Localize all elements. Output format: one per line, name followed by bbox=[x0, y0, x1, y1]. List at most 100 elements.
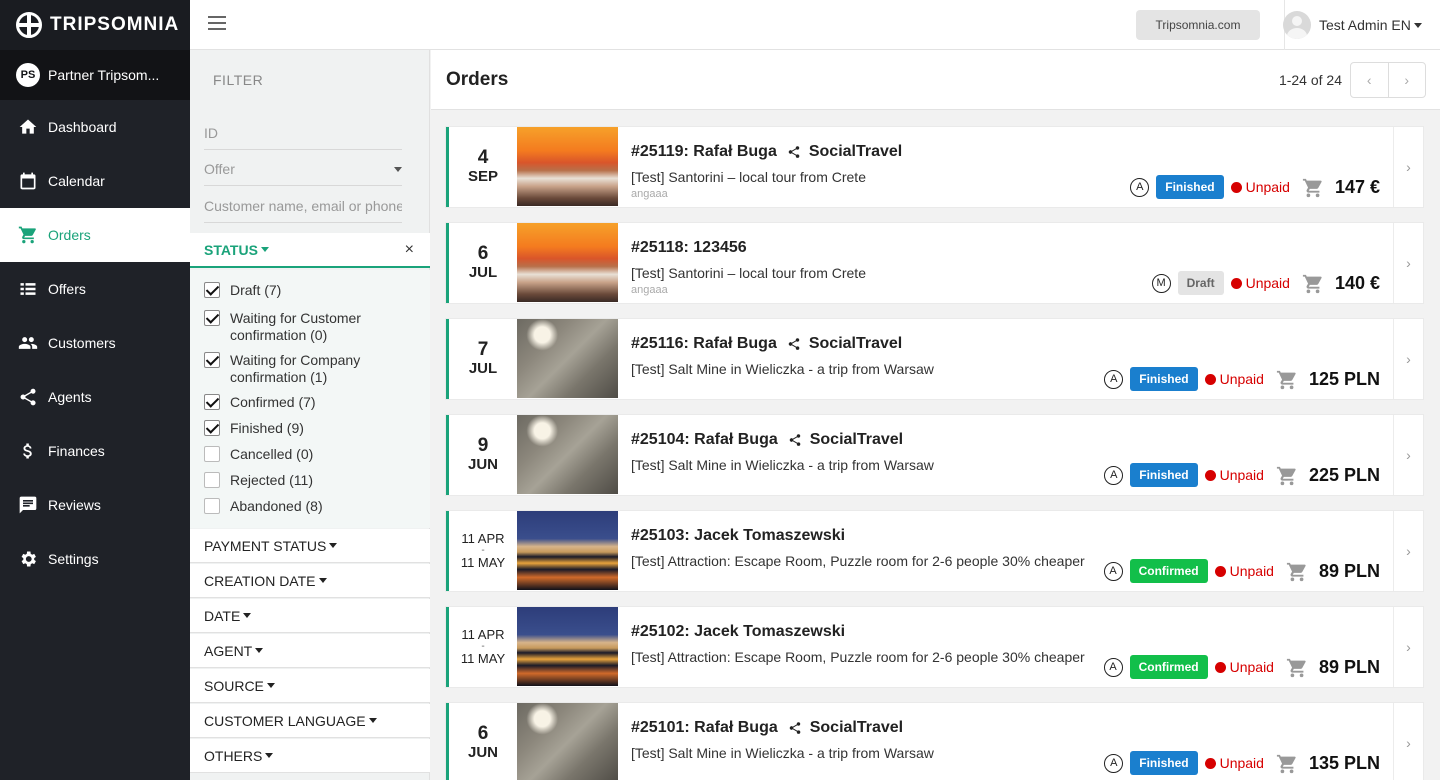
chevron-down-icon bbox=[260, 247, 269, 252]
user-menu[interactable]: Test Admin EN bbox=[1283, 0, 1422, 50]
share-icon bbox=[18, 387, 38, 407]
order-agent: SocialTravel bbox=[809, 431, 904, 448]
order-row[interactable]: 9 JUN #25104: Rafał Buga SocialTravel [Test]… bbox=[446, 415, 1423, 495]
order-month: SEP bbox=[467, 168, 498, 185]
orders-header: Orders 1-24 of 24 ‹ › bbox=[431, 50, 1440, 110]
order-row[interactable]: 7 JUL #25116: Rafał Buga SocialTravel [Test]… bbox=[446, 319, 1423, 399]
menu-icon[interactable] bbox=[208, 16, 226, 30]
share-icon bbox=[787, 337, 801, 351]
sidebar-item-label: Calendar bbox=[48, 173, 105, 189]
customer-search-input[interactable]: Customer name, email or phone bbox=[204, 189, 402, 223]
payment-status-dot bbox=[1204, 757, 1216, 769]
filter-section-payment-status[interactable]: PAYMENT STATUS bbox=[190, 529, 430, 563]
status-checkbox[interactable] bbox=[204, 498, 220, 514]
chevron-right-icon[interactable]: › bbox=[1393, 511, 1423, 591]
site-link-button[interactable]: Tripsomnia.com bbox=[1136, 10, 1260, 40]
chevron-right-icon[interactable]: › bbox=[1393, 703, 1423, 780]
top-bar: Tripsomnia.com Test Admin EN bbox=[190, 0, 1440, 50]
sidebar-item-finances[interactable]: Finances bbox=[0, 424, 190, 478]
status-option[interactable]: Confirmed (7) bbox=[204, 394, 394, 411]
filter-section-label: CREATION DATE bbox=[204, 572, 316, 589]
order-summary: A Finished Unpaid 125 PLN bbox=[1104, 366, 1380, 392]
order-row[interactable]: 6 JUL #25118: 123456 [Test] Santorini – loc… bbox=[446, 223, 1423, 303]
order-row[interactable]: 6 JUN #25101: Rafał Buga SocialTravel [Test]… bbox=[446, 703, 1423, 780]
status-badge: Confirmed bbox=[1129, 559, 1208, 583]
chevron-right-icon[interactable]: › bbox=[1393, 607, 1423, 687]
next-page-button[interactable]: › bbox=[1389, 63, 1426, 97]
filter-panel: FILTER ID Offer Customer name, email or … bbox=[190, 50, 430, 780]
status-badge: Finished bbox=[1130, 463, 1198, 487]
status-checkbox[interactable] bbox=[204, 310, 220, 326]
offer-select[interactable]: Offer bbox=[204, 152, 402, 186]
chevron-right-icon[interactable]: › bbox=[1393, 415, 1423, 495]
sidebar-item-calendar[interactable]: Calendar bbox=[0, 154, 190, 208]
status-checkbox[interactable] bbox=[204, 420, 220, 436]
brand-logo[interactable]: TRIPSOMNIA bbox=[0, 0, 190, 50]
status-option[interactable]: Rejected (11) bbox=[204, 472, 394, 489]
filter-section-agent[interactable]: AGENT bbox=[190, 634, 430, 668]
filter-section-others[interactable]: OTHERS bbox=[190, 739, 430, 773]
order-number-customer: #25104: Rafał Buga bbox=[631, 431, 778, 448]
order-summary: M Draft Unpaid 140 € bbox=[1151, 270, 1380, 296]
status-checkbox[interactable] bbox=[204, 472, 220, 488]
cart-icon bbox=[1302, 177, 1324, 198]
order-day: 4 bbox=[477, 147, 489, 168]
order-day: 6 bbox=[477, 243, 489, 264]
filter-section-label: AGENT bbox=[204, 642, 253, 659]
chevron-right-icon[interactable]: › bbox=[1393, 223, 1423, 303]
sidebar-item-reviews[interactable]: Reviews bbox=[0, 478, 190, 532]
filter-section-date[interactable]: DATE bbox=[190, 599, 430, 633]
status-filter-toggle[interactable]: STATUS × bbox=[190, 233, 430, 268]
sidebar-item-customers[interactable]: Customers bbox=[0, 316, 190, 370]
order-number-customer: #25116: Rafał Buga bbox=[631, 335, 777, 352]
filter-section-customer-language[interactable]: CUSTOMER LANGUAGE bbox=[190, 704, 430, 738]
partner-switcher[interactable]: PS Partner Tripsom... bbox=[0, 50, 190, 100]
status-badge: Confirmed bbox=[1129, 655, 1208, 679]
status-checkbox[interactable] bbox=[204, 352, 220, 368]
date-range-start: 11 APR bbox=[461, 627, 505, 642]
filter-section-creation-date[interactable]: CREATION DATE bbox=[190, 564, 430, 598]
status-checkbox[interactable] bbox=[204, 446, 220, 462]
order-row[interactable]: 11 APR -11 MAY #25103: Jacek Tomaszewski [T… bbox=[446, 511, 1423, 591]
order-title: #25118: 123456 bbox=[631, 239, 747, 257]
chevron-right-icon[interactable]: › bbox=[1393, 319, 1423, 399]
order-number-customer: #25102: Jacek Tomaszewski bbox=[631, 623, 846, 640]
order-row[interactable]: 4 SEP #25119: Rafał Buga SocialTravel [Test]… bbox=[446, 127, 1423, 207]
id-input[interactable]: ID bbox=[204, 116, 402, 150]
status-option[interactable]: Draft (7) bbox=[204, 282, 394, 299]
prev-page-button[interactable]: ‹ bbox=[1351, 63, 1389, 97]
order-title: #25102: Jacek Tomaszewski bbox=[631, 623, 845, 641]
status-checkbox[interactable] bbox=[204, 282, 220, 298]
sidebar-item-dashboard[interactable]: Dashboard bbox=[0, 100, 190, 154]
order-number-customer: #25119: Rafał Buga bbox=[631, 143, 777, 160]
order-summary: A Confirmed Unpaid 89 PLN bbox=[1103, 558, 1380, 584]
offer-thumbnail bbox=[517, 415, 618, 494]
sidebar-item-offers[interactable]: Offers bbox=[0, 262, 190, 316]
filter-section-source[interactable]: SOURCE bbox=[190, 669, 430, 703]
filter-section-label: PAYMENT STATUS bbox=[204, 537, 327, 554]
status-option[interactable]: Waiting for Company confirmation (1) bbox=[204, 352, 394, 386]
payment-status-dot bbox=[1230, 181, 1242, 193]
status-checkbox-list: Draft (7) Waiting for Customer confirmati… bbox=[190, 270, 430, 528]
status-option[interactable]: Abandoned (8) bbox=[204, 498, 394, 515]
status-option[interactable]: Finished (9) bbox=[204, 420, 394, 437]
chevron-right-icon[interactable]: › bbox=[1393, 127, 1423, 207]
status-checkbox[interactable] bbox=[204, 394, 220, 410]
offer-select-placeholder: Offer bbox=[204, 160, 235, 177]
sidebar-item-settings[interactable]: Settings bbox=[0, 532, 190, 586]
cart-icon bbox=[1302, 273, 1324, 294]
order-offer-name: [Test] Attraction: Escape Room, Puzzle r… bbox=[631, 553, 1085, 569]
offer-thumbnail bbox=[517, 607, 618, 686]
sidebar-item-agents[interactable]: Agents bbox=[0, 370, 190, 424]
sidebar-item-label: Reviews bbox=[48, 497, 101, 513]
sidebar-item-orders[interactable]: Orders bbox=[0, 208, 190, 262]
order-number-customer: #25101: Rafał Buga bbox=[631, 719, 778, 736]
order-source-badge: A bbox=[1103, 657, 1123, 677]
order-date: 11 APR -11 MAY bbox=[449, 511, 517, 591]
order-row[interactable]: 11 APR -11 MAY #25102: Jacek Tomaszewski [T… bbox=[446, 607, 1423, 687]
calendar-icon bbox=[18, 171, 38, 191]
status-option[interactable]: Cancelled (0) bbox=[204, 446, 394, 463]
filter-heading: FILTER bbox=[213, 72, 264, 88]
clear-status-button[interactable]: × bbox=[405, 241, 414, 259]
status-option[interactable]: Waiting for Customer confirmation (0) bbox=[204, 310, 394, 344]
